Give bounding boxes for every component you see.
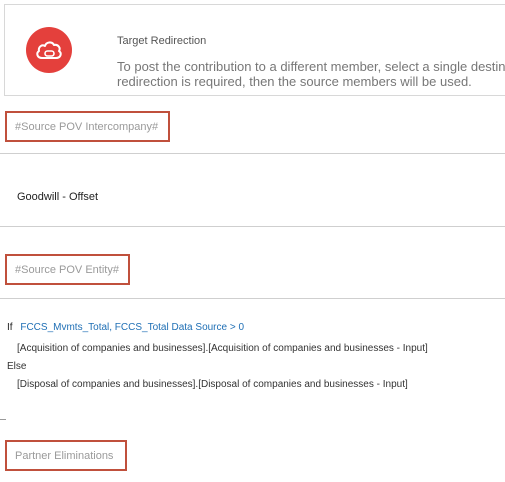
target-redirection-card: Target Redirection To post the contribut… — [4, 4, 505, 96]
header-description: To post the contribution to a different … — [117, 59, 505, 89]
divider — [0, 153, 505, 154]
else-member[interactable]: [Disposal of companies and businesses].[… — [17, 379, 408, 390]
if-keyword: If — [7, 322, 13, 333]
divider — [0, 226, 505, 227]
then-member[interactable]: [Acquisition of companies and businesses… — [17, 343, 428, 354]
rule-editor-page: Target Redirection To post the contribut… — [0, 0, 505, 482]
divider — [0, 298, 505, 299]
intercompany-value[interactable]: Goodwill - Offset — [17, 191, 98, 203]
cloud-icon — [26, 27, 72, 73]
divider — [0, 419, 6, 420]
source-pov-entity-label[interactable]: #Source POV Entity# — [5, 254, 130, 285]
header-title: Target Redirection — [117, 35, 207, 47]
source-pov-intercompany-label[interactable]: #Source POV Intercompany# — [5, 111, 170, 142]
if-statement: If FCCS_Mvmts_Total, FCCS_Total Data Sou… — [7, 322, 244, 333]
if-condition-link[interactable]: FCCS_Mvmts_Total, FCCS_Total Data Source… — [20, 322, 244, 333]
partner-eliminations-label[interactable]: Partner Eliminations — [5, 440, 127, 471]
else-keyword: Else — [7, 361, 27, 372]
